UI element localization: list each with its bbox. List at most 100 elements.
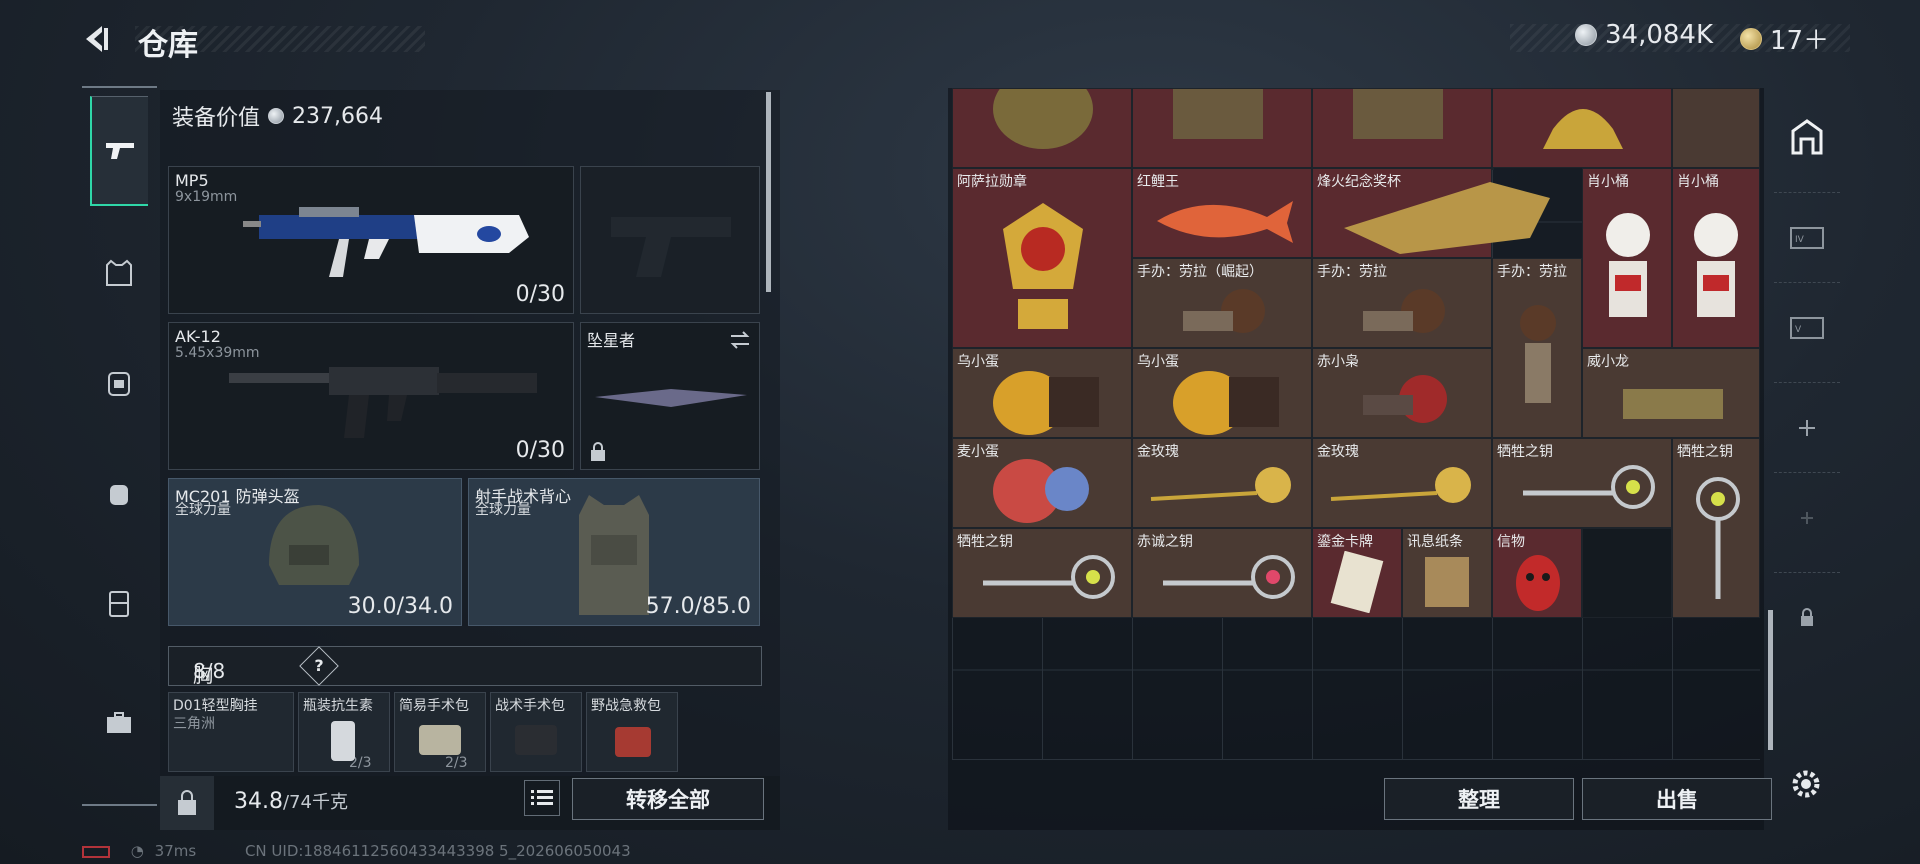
rail-locked: [1774, 572, 1840, 662]
container-v-icon: V: [1790, 316, 1824, 339]
rig-item[interactable]: 简易手术包 2/3: [394, 692, 486, 772]
nav-armor[interactable]: [90, 218, 148, 328]
stash-item[interactable]: 乌小蛋: [952, 348, 1132, 438]
stash-item[interactable]: [1672, 88, 1760, 168]
item-label: 威小龙: [1587, 354, 1629, 370]
stash-item[interactable]: 赤诚之钥: [1132, 528, 1312, 618]
slot-primary-weapon[interactable]: MP5 9x19mm 0/30: [168, 166, 574, 314]
nav-backpack[interactable]: [90, 328, 148, 438]
rig-item[interactable]: 瓶装抗生素 2/3: [298, 692, 390, 772]
settings-gear-icon[interactable]: [1788, 766, 1824, 802]
stash-item[interactable]: 手办：劳拉: [1312, 258, 1492, 348]
egg-bunny-image: [993, 459, 1089, 523]
key-image: [983, 555, 1115, 599]
knife-image: [595, 389, 747, 407]
stash-item[interactable]: 手办：劳拉（崛起）: [1132, 258, 1312, 348]
stash-item[interactable]: 牺牲之钥: [1492, 438, 1672, 528]
status-footer: ◔ 37ms CN UID:18846112560433443398 5_202…: [82, 842, 631, 860]
plus-icon: [1801, 511, 1813, 524]
stash-item[interactable]: 金玫瑰: [1312, 438, 1492, 528]
silver-coin-icon: [268, 108, 285, 124]
stash-item[interactable]: 讯息纸条: [1402, 528, 1492, 618]
stash-item[interactable]: 金玫瑰: [1132, 438, 1312, 528]
stash-item[interactable]: [952, 69, 1132, 168]
currency-gold[interactable]: 17＋: [1740, 20, 1829, 57]
transfer-all-button[interactable]: 转移全部: [572, 778, 764, 820]
stash-item[interactable]: 麦小蛋: [952, 438, 1132, 528]
stash-item[interactable]: 威小龙: [1582, 348, 1760, 438]
slot-melee[interactable]: 坠星者: [580, 322, 760, 470]
equip-value: 装备价值 237,664: [172, 100, 383, 132]
gold-rose-image: [1330, 467, 1471, 503]
lara-figure-image: [1363, 289, 1445, 333]
item-label: 鎏金卡牌: [1317, 534, 1373, 550]
stash-empty-cell[interactable]: [1582, 528, 1672, 618]
stash-scrollbar[interactable]: [1768, 610, 1773, 750]
key-vertical-image: [1696, 477, 1740, 599]
item-label: 牺牲之钥: [1677, 444, 1733, 460]
rig-item-name: D01轻型胸挂: [173, 698, 258, 714]
ping-text: 37ms: [154, 842, 197, 860]
mask-image: [1516, 555, 1560, 611]
item-label: 信物: [1497, 534, 1525, 550]
item-label: 金玫瑰: [1137, 444, 1179, 460]
rail-container-5[interactable]: V: [1774, 282, 1840, 372]
stash-item[interactable]: 阿萨拉勋章: [952, 168, 1132, 348]
item-label: 肖小桶: [1587, 174, 1629, 190]
stash-item[interactable]: 信物: [1492, 528, 1582, 618]
rail-add-disabled: [1774, 472, 1840, 562]
slot-vest[interactable]: 射手战术背心 全球力量 57.0/85.0: [468, 478, 760, 626]
stash-item[interactable]: 肖小桶: [1672, 168, 1760, 348]
nav-toolbox[interactable]: [90, 668, 148, 778]
loadout-scrollbar[interactable]: [766, 92, 771, 292]
slot-secondary-weapon[interactable]: AK-12 5.45x39mm 0/30: [168, 322, 574, 470]
back-arrow-icon[interactable]: [80, 22, 114, 56]
slot-helmet[interactable]: MC201 防弹头盔 全球力量 30.0/34.0: [168, 478, 462, 626]
sell-button[interactable]: 出售: [1582, 778, 1772, 820]
list-view-button[interactable]: [524, 780, 560, 816]
carp-image: [1157, 201, 1293, 243]
rail-stash[interactable]: [1774, 92, 1840, 182]
stash-item[interactable]: 牺牲之钥: [1672, 438, 1760, 618]
lock-button[interactable]: [160, 776, 214, 830]
stash-item[interactable]: 红鲤王: [1132, 168, 1312, 258]
help-button[interactable]: ?: [299, 646, 339, 686]
rig-item[interactable]: D01轻型胸挂 三角洲: [168, 692, 294, 772]
item-label: 阿萨拉勋章: [957, 174, 1027, 190]
stash-item[interactable]: 鎏金卡牌: [1312, 528, 1402, 618]
item-label: 手办：劳拉: [1317, 264, 1387, 280]
pistol-placeholder-icon: [611, 217, 731, 277]
nav-weapons[interactable]: [90, 96, 148, 206]
rail-container-4[interactable]: IV: [1774, 192, 1840, 282]
stash-item[interactable]: [1312, 88, 1492, 168]
swap-icon[interactable]: [727, 327, 753, 353]
currency-silver: 34,084K: [1575, 20, 1713, 50]
weight-readout: 34.8/74千克: [234, 788, 348, 814]
container-rail: IV V: [1774, 92, 1840, 802]
stash-item[interactable]: [1132, 88, 1312, 168]
sort-button[interactable]: 整理: [1384, 778, 1574, 820]
rig-item[interactable]: 野战急救包: [586, 692, 678, 772]
rig-item[interactable]: 战术手术包: [490, 692, 582, 772]
helmet-durability: 30.0/34.0: [347, 594, 453, 619]
bottle-image: [331, 721, 355, 761]
coin-image: [993, 69, 1093, 149]
figure-image: [1606, 213, 1650, 317]
item-label: 手办：劳拉（崛起）: [1137, 264, 1263, 280]
lara-figure-image: [1183, 289, 1265, 333]
nav-case[interactable]: [90, 548, 148, 658]
currency-gold-value: 17＋: [1770, 26, 1830, 56]
gold-coin-icon: [1740, 27, 1762, 50]
bag-icon: [110, 485, 128, 505]
stash-item[interactable]: 手办：劳拉: [1492, 258, 1582, 438]
stash-item[interactable]: [1492, 88, 1672, 168]
stash-item[interactable]: 肖小桶: [1582, 168, 1672, 348]
nav-bag[interactable]: [90, 438, 148, 548]
stash-item[interactable]: 乌小蛋: [1132, 348, 1312, 438]
vest-sub: 全球力量: [475, 502, 531, 518]
mp5-image: [243, 207, 529, 277]
rail-add[interactable]: [1774, 382, 1840, 472]
stash-item[interactable]: 赤小枭: [1312, 348, 1492, 438]
stash-item[interactable]: 牺牲之钥: [952, 528, 1132, 618]
slot-pistol-empty[interactable]: [580, 166, 760, 314]
